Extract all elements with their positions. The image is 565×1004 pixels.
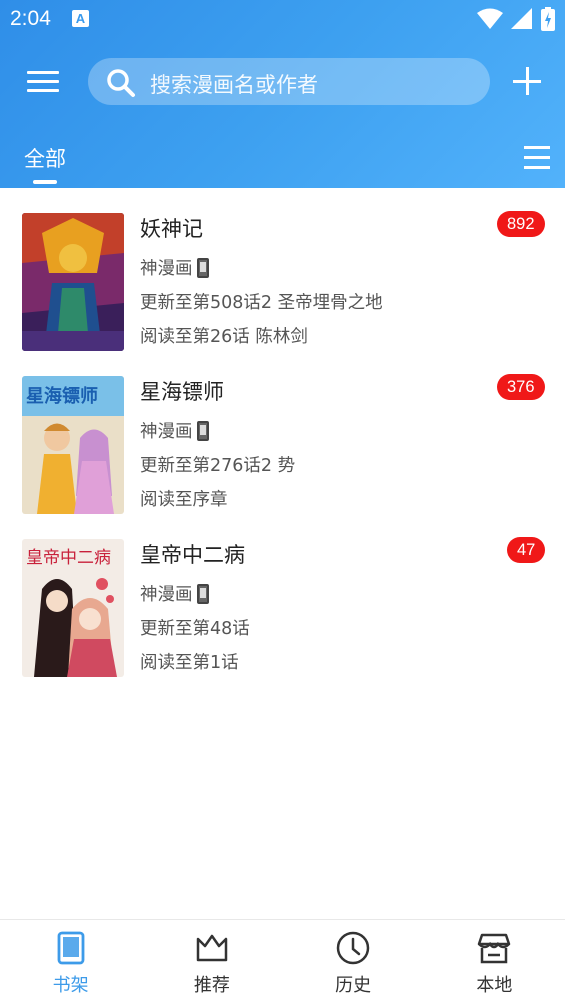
comic-cover[interactable]: 星海镖师 [22, 376, 124, 514]
tab-indicator [33, 180, 57, 184]
nav-label: 推荐 [193, 975, 230, 996]
signal-icon [511, 8, 532, 29]
bottom-nav: 书架 推荐 历史 本地 [0, 919, 565, 1004]
comic-update: 更新至第276话2 势 [140, 456, 296, 476]
update-badge: 47 [507, 537, 546, 563]
comic-item[interactable]: 星海镖师 星海镖师 神漫画 更新至第276话2 势 阅读至序章 376 [0, 351, 565, 514]
clock-icon [336, 931, 370, 965]
comic-progress: 阅读至第26话 陈林剑 [140, 327, 308, 347]
comic-item[interactable]: 皇帝中二病 皇帝中二病 神漫画 更新至第48话 阅读至第1话 47 [0, 514, 565, 677]
search-input[interactable]: 搜索漫画名或作者 [88, 58, 490, 105]
status-icons [477, 6, 555, 32]
search-placeholder: 搜索漫画名或作者 [150, 73, 318, 97]
source-label: 神漫画 [140, 422, 193, 442]
comic-update: 更新至第508话2 圣帝埋骨之地 [140, 293, 383, 313]
comic-source: 神漫画 [140, 418, 209, 443]
comic-title: 皇帝中二病 [140, 543, 245, 567]
battery-icon [541, 7, 555, 31]
comic-cover[interactable]: 皇帝中二病 [22, 539, 124, 677]
comic-progress: 阅读至序章 [140, 490, 228, 510]
source-label: 神漫画 [140, 585, 193, 605]
status-time: 2:04 [10, 7, 51, 30]
status-bar: 2:04 A [0, 0, 565, 38]
nav-history[interactable]: 历史 [283, 920, 424, 1004]
toolbar: 搜索漫画名或作者 [0, 50, 565, 114]
search-icon [107, 69, 135, 97]
crown-icon [196, 934, 228, 962]
comic-cover[interactable] [22, 213, 124, 351]
wifi-icon [477, 8, 503, 29]
nav-local[interactable]: 本地 [424, 920, 565, 1004]
menu-icon[interactable] [27, 69, 59, 95]
update-badge: 892 [497, 211, 545, 237]
source-label: 神漫画 [140, 259, 193, 279]
list-view-icon[interactable] [524, 144, 550, 170]
cover-title: 皇帝中二病 [26, 548, 111, 568]
comic-item[interactable]: 妖神记 神漫画 更新至第508话2 圣帝埋骨之地 阅读至第26话 陈林剑 892 [0, 188, 565, 351]
tab-all[interactable]: 全部 [24, 143, 66, 173]
store-icon [478, 933, 511, 964]
comic-source: 神漫画 [140, 255, 209, 280]
nav-bookshelf[interactable]: 书架 [0, 920, 141, 1004]
book-icon [57, 931, 85, 965]
comic-source: 神漫画 [140, 581, 209, 606]
notification-icon: A [72, 10, 89, 27]
phone-icon [196, 420, 209, 441]
nav-recommend[interactable]: 推荐 [141, 920, 282, 1004]
comic-progress: 阅读至第1话 [140, 653, 239, 673]
nav-label: 历史 [335, 975, 372, 996]
update-badge: 376 [497, 374, 545, 400]
app-header: 2:04 A 搜索漫画名或作者 全部 [0, 0, 565, 188]
phone-icon [196, 257, 209, 278]
cover-title: 星海镖师 [26, 385, 98, 407]
add-icon[interactable] [512, 66, 542, 96]
comic-title: 妖神记 [140, 217, 203, 241]
phone-icon [196, 583, 209, 604]
nav-label: 书架 [52, 975, 89, 996]
comic-update: 更新至第48话 [140, 619, 250, 639]
nav-label: 本地 [476, 975, 513, 996]
comic-title: 星海镖师 [140, 380, 224, 404]
